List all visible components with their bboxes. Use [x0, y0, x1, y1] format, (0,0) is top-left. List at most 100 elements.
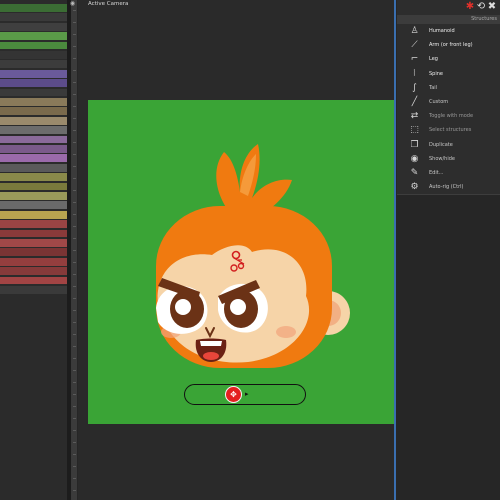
divider-tick	[73, 10, 76, 11]
timeline-track[interactable]	[0, 220, 67, 229]
divider-tick	[73, 346, 76, 347]
menu-item-label: Select structures	[429, 127, 472, 134]
menu-item-humanoid[interactable]: ♙ Humanoid	[397, 25, 500, 39]
divider-tick	[73, 442, 76, 443]
wrench-icon: ✎	[410, 168, 419, 178]
timeline-track[interactable]	[0, 154, 67, 163]
menu-item-label: Humanoid	[429, 28, 455, 34]
timeline-track[interactable]	[0, 286, 67, 294]
timeline-track[interactable]	[0, 116, 67, 125]
divider-tick	[73, 202, 76, 203]
timeline-track[interactable]	[0, 98, 67, 106]
timeline-track[interactable]	[0, 248, 67, 257]
menu-item-label: Custom	[429, 99, 449, 105]
eye-icon[interactable]: ◉	[68, 0, 77, 7]
divider-tick	[73, 286, 76, 287]
menu-item-tail[interactable]: ∫ Tail	[397, 82, 500, 96]
humanoid-icon: ♙	[410, 26, 419, 36]
tail-icon: ∫	[412, 82, 417, 93]
menu-item-select-structures[interactable]: ⬚ Select structures	[397, 124, 500, 138]
menu-item-leg[interactable]: ⌐ Leg	[397, 53, 500, 67]
divider-tick	[73, 322, 76, 323]
menu-item-toggle-with-mode[interactable]: ⇄ Toggle with mode	[397, 110, 500, 124]
menu-item-arm[interactable]: ⟋ Arm (or front leg)	[397, 39, 500, 53]
divider-tick	[73, 466, 76, 467]
menu-item-label: Spine	[429, 70, 443, 77]
timeline-track[interactable]	[0, 267, 67, 276]
timeline-track[interactable]	[0, 173, 67, 182]
divider-tick	[73, 418, 76, 419]
divider-tick	[73, 298, 76, 299]
divider-tick	[73, 154, 76, 155]
timeline-panel[interactable]	[0, 0, 67, 500]
divider-tick	[73, 334, 76, 335]
panel-header: Structures	[397, 15, 500, 24]
timeline-track[interactable]	[0, 32, 67, 41]
leg-icon: ⌐	[410, 54, 419, 65]
viewport-title: Active Camera	[88, 1, 129, 7]
timeline-track[interactable]	[0, 51, 67, 59]
timeline-track[interactable]	[0, 22, 67, 31]
timeline-track[interactable]	[0, 88, 67, 97]
divider-tick	[73, 430, 76, 431]
menu-item-label: Show/hide	[429, 155, 455, 162]
panel-divider[interactable]	[72, 0, 77, 500]
menu-item-label: Duplicate	[429, 141, 453, 148]
divider-tick	[73, 370, 76, 371]
timeline-track[interactable]	[0, 229, 67, 238]
autorig-icon: ⚙	[410, 182, 419, 193]
duplicate-icon: ❐	[410, 139, 419, 150]
timeline-track[interactable]	[0, 135, 67, 144]
timeline-track[interactable]	[0, 4, 67, 12]
menu-item-show-hide[interactable]: ◉ Show/hide	[397, 153, 500, 167]
arm-icon: ⟋	[411, 40, 418, 51]
viewport-border	[394, 0, 396, 500]
divider-tick	[73, 190, 76, 191]
divider-tick	[73, 490, 76, 491]
timeline-track[interactable]	[0, 182, 67, 191]
timeline-track[interactable]	[0, 13, 67, 22]
timeline-track[interactable]	[0, 79, 67, 88]
divider-tick	[73, 274, 76, 275]
divider-tick	[73, 142, 76, 143]
timeline-track[interactable]	[0, 60, 67, 69]
panel-empty-area	[397, 195, 500, 500]
timeline-track[interactable]	[0, 126, 67, 135]
timeline-track[interactable]	[0, 41, 67, 50]
divider-tick	[73, 178, 76, 179]
menu-item-custom[interactable]: ╱ Custom	[397, 96, 500, 110]
timeline-track[interactable]	[0, 192, 67, 200]
timeline-track[interactable]	[0, 145, 67, 153]
menu-item-label: Tail	[429, 84, 438, 91]
divider-tick	[73, 238, 76, 239]
divider-tick	[73, 94, 76, 95]
timeline-track[interactable]	[0, 201, 67, 210]
timeline-track[interactable]	[0, 276, 67, 285]
select-icon: ⬚	[410, 125, 419, 136]
timeline-track[interactable]	[0, 210, 67, 219]
rig-slider-knob[interactable]: ✥	[225, 386, 242, 403]
divider-tick	[73, 34, 76, 35]
custom-icon: ╱	[411, 97, 418, 107]
divider-tick	[73, 82, 76, 83]
divider-tick	[73, 310, 76, 311]
menu-item-duplicate[interactable]: ❐ Duplicate	[397, 139, 500, 153]
divider-tick	[73, 262, 76, 263]
eye-icon: ◉	[410, 153, 419, 164]
delete-icon[interactable]: ✖	[486, 1, 498, 13]
slider-arrow-icon: ▸	[245, 390, 249, 398]
timeline-track[interactable]	[0, 257, 67, 266]
canvas-stage[interactable]: ✥ ▸	[88, 100, 394, 424]
timeline-track[interactable]	[0, 107, 67, 116]
panel-toolbar: ✱ ⟲ ✖	[397, 0, 500, 14]
toggle-icon: ⇄	[410, 111, 419, 122]
timeline-track[interactable]	[0, 239, 67, 247]
timeline-track[interactable]	[0, 69, 67, 78]
divider-tick	[73, 214, 76, 215]
menu-item-spine[interactable]: ⦚ Spine	[397, 68, 500, 82]
menu-item-edit[interactable]: ✎ Edit...	[397, 167, 500, 181]
divider-tick	[73, 478, 76, 479]
menu-item-label: Toggle with mode	[429, 113, 474, 120]
character-illustration	[156, 144, 350, 368]
timeline-track[interactable]	[0, 163, 67, 172]
